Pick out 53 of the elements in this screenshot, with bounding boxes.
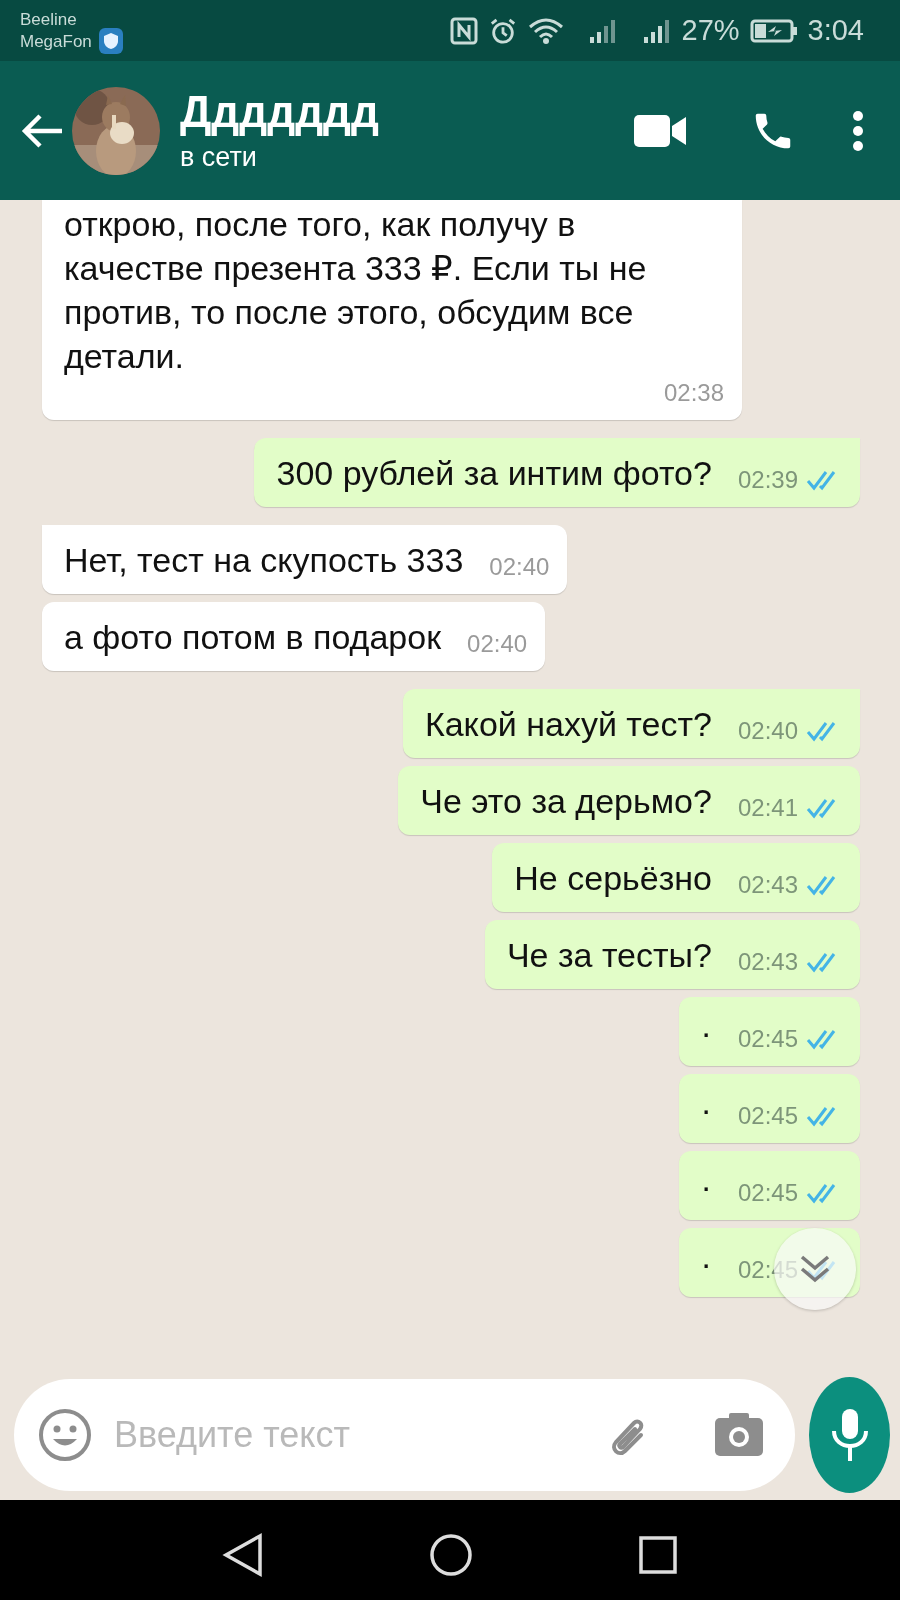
sent-message[interactable]: Какой нахуй тест? 02:40	[402, 689, 860, 758]
message-time: 02:38	[663, 378, 724, 408]
message-text: Нет, тест на скупость 333	[64, 540, 464, 581]
sent-message[interactable]: · 02:45	[678, 1151, 860, 1220]
nfc-icon	[449, 16, 478, 45]
back-nav-icon[interactable]	[222, 1532, 265, 1577]
received-message[interactable]: открою, после того, как получу в качестве презента 333 ₽. Если ты не против, то после этого, обсудим все детали. 02:38	[42, 200, 742, 420]
home-nav-icon[interactable]	[429, 1532, 473, 1577]
clock: 3:04	[807, 14, 864, 47]
emoji-icon[interactable]	[38, 1408, 92, 1462]
message-time: 02:43	[737, 947, 798, 977]
message-time: 02:45	[737, 1024, 798, 1054]
message-text: Не серьёзно	[514, 858, 712, 899]
message-time: 02:40	[489, 552, 550, 582]
message-text: 300 рублей за интим фото?	[276, 453, 712, 494]
message-text: ·	[700, 1089, 712, 1130]
message-input[interactable]: Введите текст	[112, 1413, 581, 1457]
message-text: а фото потом в подарок	[64, 617, 442, 658]
message-time: 02:40	[467, 629, 528, 659]
message-text: ·	[700, 1166, 712, 1207]
more-icon[interactable]	[852, 110, 864, 151]
message-text: Какой нахуй тест?	[424, 704, 712, 745]
received-message[interactable]: а фото потом в подарок 02:40	[42, 602, 546, 671]
message-time: 02:45	[737, 1178, 798, 1208]
contact-status: в сети	[180, 142, 258, 173]
battery-percent: 27%	[681, 14, 740, 47]
sent-message[interactable]: 300 рублей за интим фото? 02:39	[254, 438, 860, 507]
message-text: ·	[700, 1012, 712, 1053]
message-time: 02:40	[737, 716, 798, 746]
wifi-icon	[527, 16, 564, 45]
video-call-icon[interactable]	[632, 112, 688, 149]
back-arrow-icon[interactable]	[20, 112, 64, 149]
microphone-icon	[829, 1407, 870, 1463]
received-message[interactable]: Нет, тест на скупость 333 02:40	[42, 525, 568, 594]
message-time: 02:45	[737, 1101, 798, 1131]
message-text: ·	[700, 1243, 712, 1284]
sent-message[interactable]: · 02:45	[678, 1074, 860, 1143]
sent-message[interactable]: Не серьёзно 02:43	[492, 843, 860, 912]
contact-name: Ддддддд	[180, 88, 380, 136]
camera-icon[interactable]	[713, 1412, 765, 1458]
sent-message[interactable]: Че это за дерьмо? 02:41	[398, 766, 860, 835]
recents-nav-icon[interactable]	[637, 1534, 678, 1575]
message-text: открою, после того, как получу в качестве презента 333 ₽. Если ты не против, то после этого, обсудим все детали.	[64, 204, 648, 377]
message-time: 02:39	[737, 465, 798, 495]
carrier-name: MegaFon	[20, 30, 92, 53]
shield-icon	[97, 27, 124, 55]
message-text: Че за тесты?	[506, 935, 712, 976]
sent-message[interactable]: · 02:45	[678, 997, 860, 1066]
sent-message[interactable]: Че за тесты? 02:43	[484, 920, 860, 989]
message-text: Че это за дерьмо?	[420, 781, 712, 822]
carrier-name: Beeline	[20, 8, 78, 31]
message-time: 02:43	[737, 870, 798, 900]
message-time: 02:41	[737, 793, 798, 823]
